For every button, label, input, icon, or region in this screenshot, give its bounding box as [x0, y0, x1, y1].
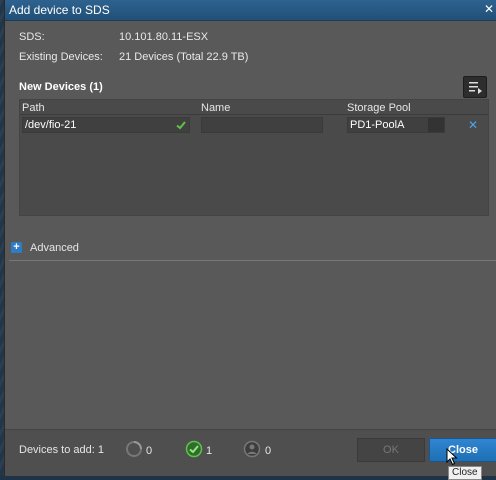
- new-devices-table: Path Name Storage Pool /dev/fio-21 PD1-P…: [19, 99, 489, 216]
- remove-device-icon[interactable]: ✕: [468, 118, 478, 132]
- spinner-icon: [126, 441, 142, 457]
- column-header-name[interactable]: Name: [201, 102, 230, 114]
- storage-pool-value: PD1-PoolA: [350, 119, 405, 131]
- name-field[interactable]: [201, 117, 323, 133]
- close-tooltip: Close: [448, 466, 482, 480]
- existing-devices-label: Existing Devices:: [19, 51, 103, 63]
- column-header-path[interactable]: Path: [22, 102, 45, 114]
- dialog-title: Add device to SDS: [9, 3, 110, 17]
- expand-advanced-icon[interactable]: +: [11, 242, 22, 253]
- advanced-divider: [9, 260, 496, 261]
- collapse-panel-button[interactable]: [463, 76, 487, 98]
- new-devices-title: New Devices (1): [19, 81, 103, 93]
- path-field[interactable]: /dev/fio-21: [22, 117, 190, 133]
- existing-devices-value: 21 Devices (Total 22.9 TB): [119, 51, 249, 63]
- add-device-dialog: Add device to SDS ✕ SDS: 10.101.80.11-ES…: [4, 0, 496, 476]
- table-header: Path Name Storage Pool: [20, 100, 488, 115]
- sds-label: SDS:: [19, 31, 45, 43]
- ok-button[interactable]: OK: [357, 438, 425, 462]
- storage-pool-select[interactable]: PD1-PoolA: [347, 117, 445, 133]
- advanced-label[interactable]: Advanced: [30, 242, 79, 254]
- failed-count: 0: [265, 445, 272, 457]
- sds-value: 10.101.80.11-ESX: [119, 31, 209, 43]
- column-header-storage-pool[interactable]: Storage Pool: [347, 102, 411, 114]
- devices-to-add-label: Devices to add: 1: [19, 444, 104, 456]
- table-row: /dev/fio-21 PD1-PoolA ✕: [20, 115, 488, 134]
- path-value: /dev/fio-21: [25, 119, 77, 131]
- close-button[interactable]: Close: [429, 438, 496, 462]
- dialog-titlebar[interactable]: Add device to SDS ✕: [5, 0, 496, 21]
- check-icon: [176, 121, 186, 130]
- dialog-close-icon[interactable]: ✕: [483, 3, 495, 15]
- check-circle-icon: [185, 440, 203, 458]
- mouse-cursor-icon: [446, 448, 458, 466]
- error-circle-icon: [243, 440, 261, 458]
- dialog-footer: Devices to add: 1 0 1 0 OK Close: [5, 429, 496, 476]
- collapse-panel-icon: [469, 82, 482, 94]
- success-count: 1: [206, 445, 213, 457]
- dropdown-arrow-icon[interactable]: [428, 118, 444, 132]
- pending-count: 0: [146, 445, 153, 457]
